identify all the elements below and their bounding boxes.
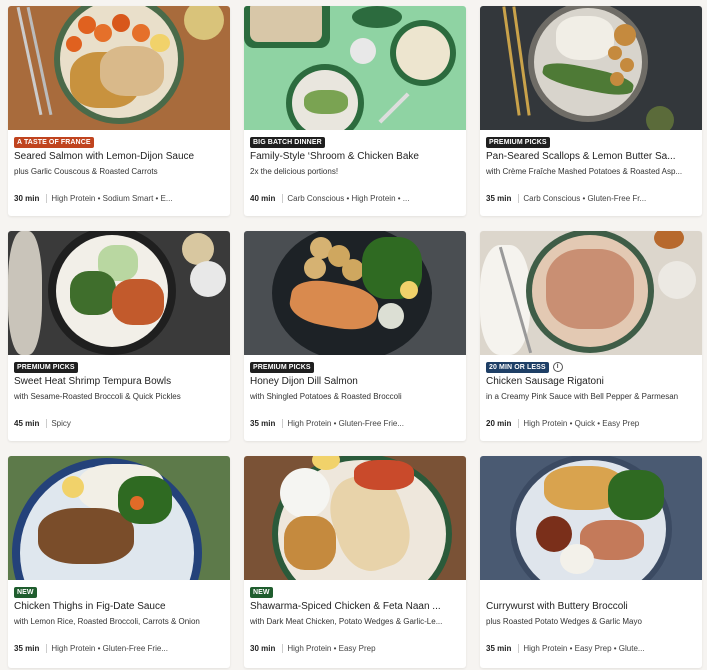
recipe-tag-badge: PREMIUM PICKS	[250, 361, 314, 373]
recipe-tag-badge: NEW	[250, 586, 273, 598]
recipe-attributes: High Protein • Easy Prep • Glute...	[523, 644, 645, 653]
recipe-image	[480, 6, 702, 130]
recipe-image	[8, 6, 230, 130]
recipe-attributes: High Protein • Quick • Easy Prep	[523, 419, 640, 428]
recipe-tag-badge: 20 MIN OR LESS	[486, 361, 549, 373]
recipe-title: Shawarma-Spiced Chicken & Feta Naan ...	[250, 601, 441, 612]
recipe-meta: 30 min High Protein • Sodium Smart • E...	[14, 194, 224, 204]
recipe-attributes: High Protein • Easy Prep	[287, 644, 376, 653]
recipe-subtitle: in a Creamy Pink Sauce with Bell Pepper …	[486, 392, 679, 401]
prep-time: 20 min	[486, 419, 512, 428]
recipe-attributes: High Protein • Gluten-Free Frie...	[287, 419, 404, 428]
recipe-card[interactable]: NEW Shawarma-Spiced Chicken & Feta Naan …	[244, 456, 466, 668]
recipe-card[interactable]: PREMIUM PICKS Honey Dijon Dill Salmon wi…	[244, 231, 466, 441]
recipe-meta: 35 min High Protein • Easy Prep • Glute..…	[486, 644, 696, 654]
info-icon[interactable]: i	[552, 362, 563, 372]
recipe-meta: 35 min High Protein • Gluten-Free Frie...	[250, 419, 460, 429]
recipe-card[interactable]: PREMIUM PICKS Sweet Heat Shrimp Tempura …	[8, 231, 230, 441]
recipe-subtitle: with Shingled Potatoes & Roasted Broccol…	[250, 392, 402, 401]
recipe-subtitle: plus Garlic Couscous & Roasted Carrots	[14, 167, 158, 176]
recipe-attributes: Carb Conscious • High Protein • ...	[287, 194, 410, 203]
recipe-image	[8, 231, 230, 355]
recipe-card[interactable]: Currywurst with Buttery Broccoli plus Ro…	[480, 456, 702, 668]
recipe-title: Sweet Heat Shrimp Tempura Bowls	[14, 376, 172, 387]
recipe-subtitle: with Lemon Rice, Roasted Broccoli, Carro…	[14, 617, 200, 626]
recipe-title: Currywurst with Buttery Broccoli	[486, 601, 628, 612]
prep-time: 45 min	[14, 419, 40, 428]
recipe-image	[244, 231, 466, 355]
prep-time: 40 min	[250, 194, 276, 203]
recipe-title: Seared Salmon with Lemon-Dijon Sauce	[14, 151, 195, 162]
recipe-attributes: High Protein • Sodium Smart • E...	[51, 194, 173, 203]
recipe-card[interactable]: NEW Chicken Thighs in Fig-Date Sauce wit…	[8, 456, 230, 668]
recipe-meta: 20 min High Protein • Quick • Easy Prep	[486, 419, 696, 429]
recipe-image	[244, 6, 466, 130]
recipe-card[interactable]: BIG BATCH DINNER Family-Style ‘Shroom & …	[244, 6, 466, 216]
recipe-image	[480, 456, 702, 580]
prep-time: 30 min	[250, 644, 276, 653]
prep-time: 35 min	[486, 644, 512, 653]
prep-time: 35 min	[486, 194, 512, 203]
recipe-meta: 35 min Carb Conscious • Gluten-Free Fr...	[486, 194, 696, 204]
recipe-meta: 35 min High Protein • Gluten-Free Frie...	[14, 644, 224, 654]
recipe-title: Honey Dijon Dill Salmon	[250, 376, 358, 387]
recipe-attributes: Carb Conscious • Gluten-Free Fr...	[523, 194, 647, 203]
recipe-subtitle: plus Roasted Potato Wedges & Garlic Mayo	[486, 617, 642, 626]
recipe-tag-badge: BIG BATCH DINNER	[250, 136, 325, 148]
recipe-tag-badge: PREMIUM PICKS	[14, 361, 78, 373]
recipe-title: Pan-Seared Scallops & Lemon Butter Sa...	[486, 151, 676, 162]
recipe-card[interactable]: A TASTE OF FRANCE Seared Salmon with Lem…	[8, 6, 230, 216]
recipe-tag-badge: PREMIUM PICKS	[486, 136, 550, 148]
recipe-image	[480, 231, 702, 355]
prep-time: 30 min	[14, 194, 40, 203]
recipe-subtitle: with Sesame-Roasted Broccoli & Quick Pic…	[14, 392, 181, 401]
recipe-title: Family-Style ‘Shroom & Chicken Bake	[250, 151, 419, 162]
recipe-title: Chicken Thighs in Fig-Date Sauce	[14, 601, 166, 612]
recipe-subtitle: with Dark Meat Chicken, Potato Wedges & …	[250, 617, 443, 626]
recipe-subtitle: 2x the delicious portions!	[250, 167, 339, 176]
recipe-image	[244, 456, 466, 580]
recipe-attributes: High Protein • Gluten-Free Frie...	[51, 644, 168, 653]
recipe-tag-badge: NEW	[14, 586, 37, 598]
recipe-meta: 40 min Carb Conscious • High Protein • ..…	[250, 194, 460, 204]
recipe-subtitle: with Crème Fraîche Mashed Potatoes & Roa…	[486, 167, 683, 176]
prep-time: 35 min	[14, 644, 40, 653]
recipe-title: Chicken Sausage Rigatoni	[486, 376, 604, 387]
prep-time: 35 min	[250, 419, 276, 428]
recipe-card[interactable]: PREMIUM PICKS Pan-Seared Scallops & Lemo…	[480, 6, 702, 216]
recipe-image	[8, 456, 230, 580]
recipe-attributes: Spicy	[51, 419, 71, 428]
recipe-grid: A TASTE OF FRANCE Seared Salmon with Lem…	[8, 6, 702, 668]
recipe-tag-badge: A TASTE OF FRANCE	[14, 136, 94, 148]
recipe-meta: 45 min Spicy	[14, 419, 224, 429]
recipe-card[interactable]: 20 MIN OR LESS i Chicken Sausage Rigatoni…	[480, 231, 702, 441]
recipe-meta: 30 min High Protein • Easy Prep	[250, 644, 460, 654]
